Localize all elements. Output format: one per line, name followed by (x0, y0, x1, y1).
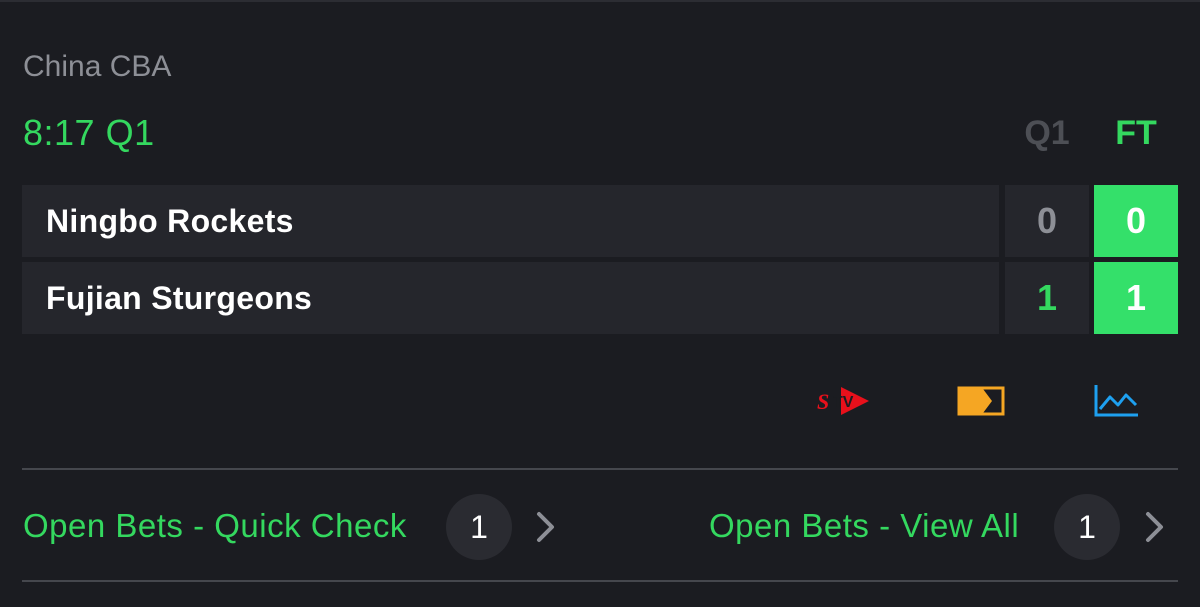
stats-chart-icon[interactable] (1084, 377, 1148, 425)
team-row-away[interactable]: Fujian Sturgeons (22, 262, 999, 334)
svg-text:S: S (817, 389, 829, 414)
league-name: China CBA (23, 50, 172, 83)
chevron-right-icon[interactable] (1143, 509, 1167, 545)
team-period-score: 0 (1005, 185, 1089, 257)
quick-check-count-badge: 1 (446, 494, 512, 560)
team-total-score: 1 (1094, 262, 1178, 334)
section-divider (22, 468, 1178, 470)
stv-icon[interactable]: S TV (810, 377, 874, 425)
team-total-score: 0 (1094, 185, 1178, 257)
team-name: Fujian Sturgeons (46, 280, 313, 316)
open-bets-view-all-link[interactable]: Open Bets - View All (709, 503, 1019, 549)
view-all-count-badge: 1 (1054, 494, 1120, 560)
open-bets-quick-check-link[interactable]: Open Bets - Quick Check (23, 503, 407, 549)
top-divider (0, 0, 1200, 2)
chevron-right-icon[interactable] (534, 509, 558, 545)
svg-text:TV: TV (833, 394, 854, 411)
bottom-divider (22, 580, 1178, 582)
match-tracker-icon[interactable] (950, 377, 1014, 425)
team-row-home[interactable]: Ningbo Rockets (22, 185, 999, 257)
game-clock: 8:17 Q1 (23, 112, 155, 153)
total-column-header: FT (1115, 114, 1157, 152)
team-name: Ningbo Rockets (46, 203, 294, 239)
period-column-header: Q1 (1024, 114, 1070, 152)
team-period-score: 1 (1005, 262, 1089, 334)
